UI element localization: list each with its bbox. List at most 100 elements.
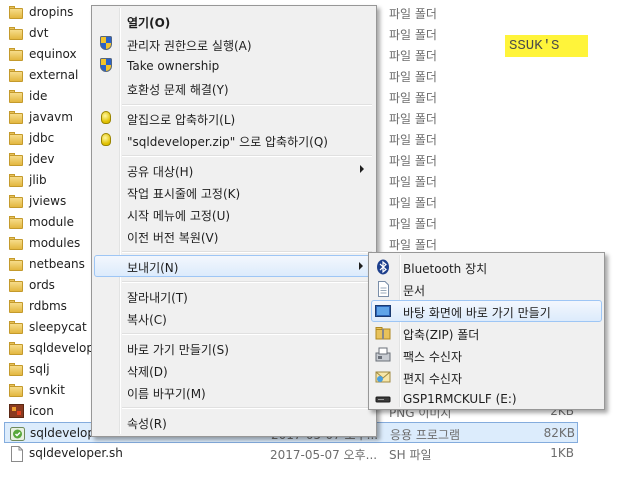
context-menu: 열기(O) 관리자 권한으로 실행(A) Take ownership 호환성 … (91, 5, 377, 437)
menu-item-troubleshoot-compatibility[interactable]: 호환성 문제 해결(Y) (94, 77, 374, 99)
menu-item-label: 잘라내기(T) (127, 291, 188, 305)
send-to-submenu: Bluetooth 장치 문서 바탕 화면에 바로 가기 만들기 압축(ZIP)… (368, 252, 605, 410)
menu-item-pin-to-start[interactable]: 시작 메뉴에 고정(U) (94, 203, 374, 225)
file-type: 응용 프로그램 (390, 428, 461, 442)
folder-icon (9, 26, 25, 40)
menu-item-label: 호환성 문제 해결(Y) (127, 83, 229, 97)
folder-icon (9, 236, 25, 250)
menu-item-delete[interactable]: 삭제(D) (94, 359, 374, 381)
folder-icon (9, 5, 25, 19)
menu-separator (122, 104, 372, 106)
folder-icon (9, 173, 25, 187)
menu-item-label: 보내기(N) (127, 261, 179, 275)
send-to-bluetooth[interactable]: Bluetooth 장치 (371, 256, 602, 278)
folder-icon (9, 47, 25, 61)
folder-icon (9, 194, 25, 208)
file-name: dvt (29, 26, 49, 40)
menu-item-label: 압축(ZIP) 폴더 (403, 328, 480, 342)
file-name: jdbc (29, 131, 55, 145)
submenu-arrow-icon (359, 262, 363, 270)
folder-icon (9, 89, 25, 103)
folder-icon (9, 215, 25, 229)
image-file-icon (9, 404, 25, 418)
file-name: equinox (29, 47, 77, 61)
file-name: dropins (29, 5, 74, 19)
mail-recipient-icon (375, 369, 391, 385)
menu-item-label: Take ownership (127, 59, 220, 73)
file-name: icon (29, 404, 54, 418)
folder-icon (9, 383, 25, 397)
send-to-fax-recipient[interactable]: 팩스 수신자 (371, 344, 602, 366)
menu-item-restore-previous[interactable]: 이전 버전 복원(V) (94, 225, 374, 247)
application-icon (10, 426, 26, 441)
file-name: sleepycat (29, 320, 87, 334)
folder-icon (9, 110, 25, 124)
menu-item-label: 삭제(D) (127, 365, 168, 379)
drive-icon (375, 391, 391, 407)
submenu-arrow-icon (360, 165, 364, 173)
file-name: rdbms (29, 299, 67, 313)
menu-item-label: 열기(O) (127, 16, 171, 30)
file-name: sqldeveloper.sh (29, 446, 123, 460)
menu-item-properties[interactable]: 속성(R) (94, 411, 374, 433)
menu-item-label: "sqldeveloper.zip" 으로 압축하기(Q) (127, 135, 328, 149)
file-type: SH 파일 (389, 448, 432, 462)
menu-item-label: 팩스 수신자 (403, 350, 463, 364)
file-name: jlib (29, 173, 47, 187)
file-type: 파일 폴더 (389, 175, 437, 189)
menu-item-run-as-admin[interactable]: 관리자 권한으로 실행(A) (94, 33, 374, 55)
file-type: 파일 폴더 (389, 28, 437, 42)
menu-separator (122, 333, 372, 335)
folder-icon (9, 68, 25, 82)
file-name: ords (29, 278, 55, 292)
file-type: 파일 폴더 (389, 196, 437, 210)
menu-item-create-shortcut[interactable]: 바로 가기 만들기(S) (94, 337, 374, 359)
folder-icon (9, 152, 25, 166)
send-to-mail-recipient[interactable]: 편지 수신자 (371, 366, 602, 388)
documents-icon (375, 281, 391, 297)
file-type: 파일 폴더 (389, 70, 437, 84)
menu-item-label: 문서 (403, 284, 426, 298)
menu-item-send-to[interactable]: 보내기(N) (94, 255, 374, 277)
menu-item-compress-to-zip[interactable]: "sqldeveloper.zip" 으로 압축하기(Q) (94, 129, 374, 151)
menu-item-label: Bluetooth 장치 (403, 262, 488, 276)
menu-item-label: 시작 메뉴에 고정(U) (127, 209, 231, 223)
menu-item-label: 바탕 화면에 바로 가기 만들기 (403, 306, 551, 320)
file-name: javavm (29, 110, 73, 124)
menu-separator (122, 281, 372, 283)
send-to-documents[interactable]: 문서 (371, 278, 602, 300)
menu-item-rename[interactable]: 이름 바꾸기(M) (94, 381, 374, 403)
file-type: 파일 폴더 (389, 91, 437, 105)
fax-icon (375, 347, 391, 363)
menu-item-pin-to-taskbar[interactable]: 작업 표시줄에 고정(K) (94, 181, 374, 203)
file-name: jdev (29, 152, 55, 166)
menu-item-open[interactable]: 열기(O) (94, 10, 374, 32)
menu-item-label: 공유 대상(H) (127, 165, 194, 179)
file-type: 파일 폴더 (389, 7, 437, 21)
file-type: 파일 폴더 (389, 112, 437, 126)
file-name: svnkit (29, 383, 65, 397)
list-item[interactable]: sqldeveloper.sh 2017-05-07 오후... SH 파일 1… (0, 443, 619, 464)
menu-item-label: 작업 표시줄에 고정(K) (127, 187, 241, 201)
folder-icon (9, 278, 25, 292)
bluetooth-icon (375, 259, 391, 275)
uac-shield-icon (98, 58, 114, 74)
watermark-sticker: SSUK'S (505, 35, 588, 57)
file-type: 파일 폴더 (389, 154, 437, 168)
menu-item-take-ownership[interactable]: Take ownership (94, 55, 374, 77)
send-to-zip-folder[interactable]: 압축(ZIP) 폴더 (371, 322, 602, 344)
file-name: external (29, 68, 79, 82)
menu-item-cut[interactable]: 잘라내기(T) (94, 285, 374, 307)
document-icon (9, 446, 25, 462)
folder-icon (9, 257, 25, 271)
menu-item-share-with[interactable]: 공유 대상(H) (94, 159, 374, 181)
menu-item-label: 바로 가기 만들기(S) (127, 343, 229, 357)
send-to-desktop-shortcut[interactable]: 바탕 화면에 바로 가기 만들기 (371, 300, 602, 322)
send-to-removable-drive[interactable]: GSP1RMCKULF (E:) (371, 388, 602, 410)
menu-item-alzip-compress[interactable]: 알집으로 압축하기(L) (94, 107, 374, 129)
file-name: modules (29, 236, 81, 250)
folder-icon (9, 362, 25, 376)
menu-item-copy[interactable]: 복사(C) (94, 307, 374, 329)
file-name: module (29, 215, 74, 229)
menu-item-label: GSP1RMCKULF (E:) (403, 392, 517, 406)
